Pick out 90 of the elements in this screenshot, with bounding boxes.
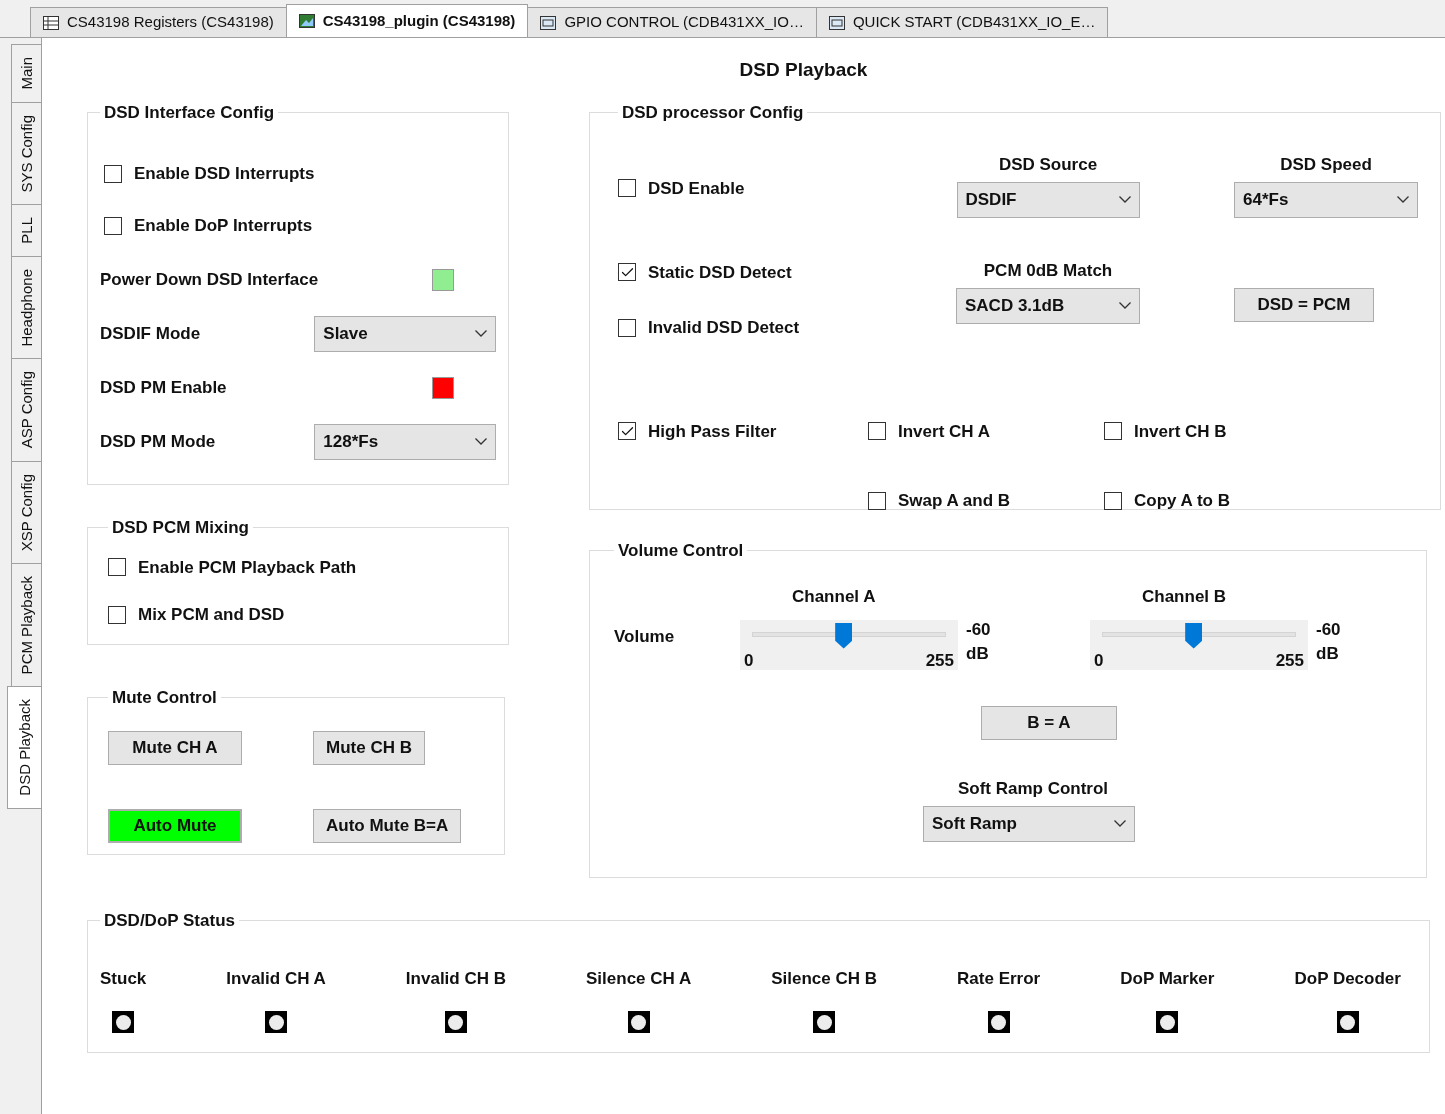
checkbox[interactable] [108,605,126,624]
channel-label: Channel B [1141,585,1228,608]
checkbox-label[interactable]: Invert CH A [898,418,990,444]
dropdown[interactable]: Slave [314,315,496,352]
volume-reading: -60 [1316,618,1341,641]
status-label: Silence CH B [771,967,878,990]
document-tab[interactable]: CS43198_plugin (CS43198) [285,4,529,37]
checkbox-label[interactable]: Enable DoP Interrupts [134,212,313,239]
checkbox[interactable] [868,491,886,510]
table-icon [43,15,59,30]
slider-thumb[interactable] [835,622,853,649]
checkbox[interactable] [104,164,122,183]
dropdown[interactable]: DSDIF [956,181,1140,218]
dropdown[interactable]: 128*Fs [314,423,496,460]
status-label: Stuck [100,967,147,990]
checkbox-label[interactable]: Swap A and B [898,488,1011,514]
status-label: DoP Marker [1120,967,1215,990]
chevron-down-icon [1397,196,1409,203]
group-title: DSD processor Config [621,102,805,124]
checkbox[interactable] [1104,422,1122,441]
checkbox-label[interactable]: Static DSD Detect [648,259,792,285]
status-label: DoP Decoder [1294,967,1401,990]
slider-track[interactable]: 0 255 [740,619,958,670]
checkbox[interactable] [868,422,886,441]
checkbox-label[interactable]: Invert CH B [1134,418,1227,444]
slider-min-label: 0 [744,650,754,672]
document-tab[interactable]: CS43198 Registers (CS43198) [30,7,287,37]
checkbox-label[interactable]: Mix PCM and DSD [138,602,285,628]
field-label: Power Down DSD Interface [100,268,320,291]
window-icon [540,15,557,30]
dropdown[interactable]: Soft Ramp [923,805,1135,842]
status-label: Invalid CH B [405,967,506,990]
group-title: DSD/DoP Status [103,910,236,932]
chevron-down-icon [1114,820,1126,827]
picture-icon [298,14,315,28]
side-tab[interactable]: Main [11,44,41,103]
group-title: DSD Interface Config [103,102,276,124]
page-title: DSD Playback [738,58,869,82]
checkbox[interactable] [618,318,636,337]
mute-button[interactable]: Mute CH A [108,730,242,765]
status-label: Silence CH A [586,967,692,990]
group-title: Volume Control [617,540,745,562]
field-label: DSD Speed [1280,153,1372,176]
field-label: DSD Source [998,153,1098,176]
mute-button[interactable]: Auto Mute [108,808,242,843]
checkbox-label[interactable]: Enable DSD Interrupts [134,160,315,187]
group-title: Mute Control [111,687,218,709]
chevron-down-icon [1119,302,1131,309]
checkbox[interactable] [104,216,122,235]
chevron-down-icon [1118,196,1131,203]
slider-track[interactable]: 0 255 [1090,619,1308,670]
field-label: Soft Ramp Control [957,777,1110,800]
dropdown[interactable]: 64*Fs [1234,181,1418,218]
checkbox[interactable] [108,558,126,577]
slider-max-label: 255 [1275,650,1304,672]
checkbox[interactable] [1104,491,1122,510]
chevron-down-icon [475,438,487,445]
channel-label: Channel A [791,585,877,608]
checkbox[interactable] [618,263,636,282]
field-label: DSD PM Enable [100,376,228,399]
field-label: DSDIF Mode [100,322,202,345]
checkbox-label[interactable]: Invalid DSD Detect [648,315,800,341]
checkbox-label[interactable]: Enable PCM Playback Path [138,554,357,580]
checkbox-label[interactable]: Copy A to B [1134,488,1230,514]
side-tab[interactable]: DSD Playback [7,686,41,809]
volume-label: Volume [614,625,676,648]
field-label: PCM 0dB Match [983,259,1113,282]
chevron-down-icon [475,330,487,337]
volume-unit: dB [966,642,990,665]
document-tab[interactable]: QUICK START (CDB431XX_IO_E… [815,7,1109,37]
volume-reading: -60 [966,618,991,641]
checkbox-label[interactable]: DSD Enable [648,175,745,201]
b-equals-a-button[interactable]: B = A [981,705,1117,740]
field-label: DSD PM Mode [100,430,217,453]
checkbox[interactable] [618,422,636,441]
volume-unit: dB [1316,642,1340,665]
checkbox-label[interactable]: High Pass Filter [648,418,777,444]
dsd-equals-pcm-button[interactable]: DSD = PCM [1234,287,1374,322]
dropdown[interactable]: SACD 3.1dB [956,287,1140,324]
mute-button[interactable]: Auto Mute B=A [313,808,462,843]
slider-thumb[interactable] [1185,622,1203,649]
group-title: DSD PCM Mixing [111,517,250,539]
document-tab[interactable]: GPIO CONTROL (CDB431XX_IO… [527,7,817,37]
slider-max-label: 255 [925,650,954,672]
status-label: Rate Error [957,967,1041,990]
window-icon [828,15,845,30]
checkbox[interactable] [618,179,636,198]
slider-min-label: 0 [1094,650,1104,672]
mute-button[interactable]: Mute CH B [313,730,425,765]
status-label: Invalid CH A [226,967,326,990]
